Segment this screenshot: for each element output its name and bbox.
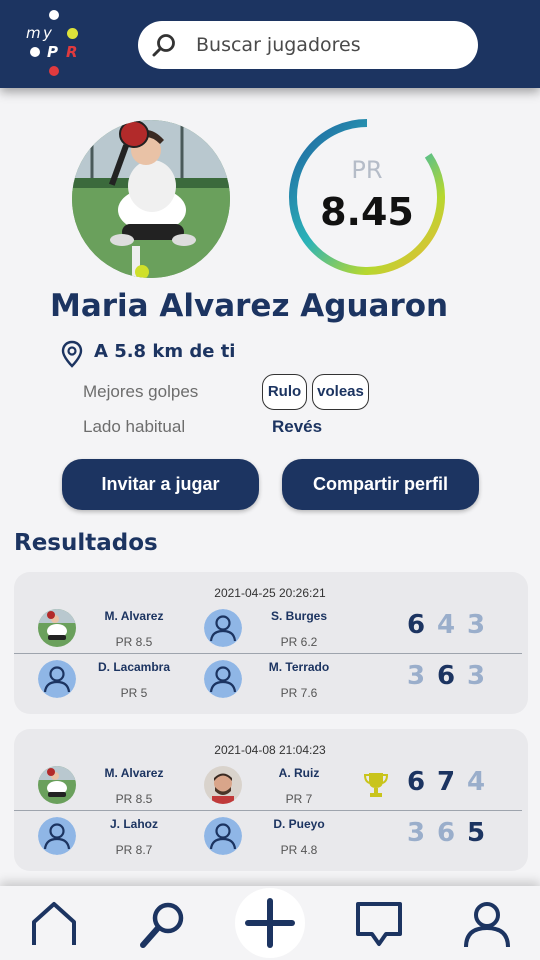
default-avatar-icon	[38, 660, 76, 698]
best-shots-label: Mejores golpes	[83, 382, 199, 401]
trophy-icon	[363, 773, 389, 797]
player-rating: PR 8.5	[115, 635, 153, 649]
player-name[interactable]: D. Lacambra	[74, 660, 194, 674]
rating-value: 8.45	[320, 190, 414, 234]
player-name[interactable]: A. Ruiz	[239, 766, 359, 780]
team-divider	[14, 653, 522, 654]
set-score: 7	[436, 767, 456, 797]
player-avatar[interactable]	[38, 609, 76, 647]
player-name[interactable]: S. Burges	[239, 609, 359, 623]
set-score: 3	[406, 661, 426, 691]
set-score: 3	[466, 610, 486, 640]
player-avatar[interactable]	[204, 766, 242, 804]
player-rating: PR 8.7	[115, 843, 153, 857]
logo-dot-white-2	[30, 47, 40, 57]
player-rating: PR 8.5	[115, 792, 153, 806]
profile-photo	[72, 120, 230, 278]
player-rating: PR 7.6	[280, 686, 318, 700]
search-bar[interactable]	[138, 21, 478, 69]
player-photo	[38, 609, 76, 647]
search-icon	[152, 34, 175, 57]
set-score: 6	[406, 767, 426, 797]
player-photo	[38, 766, 76, 804]
player-avatar[interactable]	[204, 609, 242, 647]
logo-dot-red	[49, 66, 59, 76]
rating-label: PR	[351, 156, 383, 184]
distance-text: A 5.8 km de ti	[94, 341, 236, 362]
default-avatar-icon	[204, 817, 242, 855]
app-header: m y P R	[0, 0, 540, 88]
player-name[interactable]: M. Terrado	[239, 660, 359, 674]
player-avatar[interactable]	[204, 660, 242, 698]
player-name[interactable]: D. Pueyo	[239, 817, 359, 831]
profile-icon[interactable]	[462, 900, 512, 950]
bottom-nav	[0, 886, 540, 960]
add-icon	[245, 898, 295, 948]
player-avatar[interactable]	[38, 817, 76, 855]
share-profile-button[interactable]: Compartir perfil	[282, 459, 479, 510]
default-avatar-icon	[204, 660, 242, 698]
player-name[interactable]: M. Alvarez	[74, 766, 194, 780]
set-score: 3	[466, 661, 486, 691]
location-pin-icon	[61, 340, 83, 368]
invite-to-play-button[interactable]: Invitar a jugar	[62, 459, 259, 510]
match-date: 2021-04-25 20:26:21	[214, 586, 326, 600]
chat-icon[interactable]	[354, 900, 404, 950]
add-match-button[interactable]	[235, 888, 305, 958]
default-avatar-icon	[204, 609, 242, 647]
search-input[interactable]	[196, 21, 466, 69]
side-label: Lado habitual	[83, 417, 186, 436]
player-avatar[interactable]	[38, 766, 76, 804]
set-score: 6	[406, 610, 426, 640]
set-score: 6	[436, 661, 456, 691]
logo-dot-yellow	[67, 28, 78, 39]
player-rating: PR 4.8	[280, 843, 318, 857]
set-score: 6	[436, 818, 456, 848]
logo-letter-y: y	[43, 24, 52, 42]
player-photo	[204, 766, 242, 804]
shot-tag: voleas	[312, 374, 369, 410]
player-name: Maria Alvarez Aguaron	[50, 288, 449, 324]
match-date: 2021-04-08 21:04:23	[214, 743, 326, 757]
set-score: 3	[406, 818, 426, 848]
set-score: 5	[466, 818, 486, 848]
set-score: 4	[466, 767, 486, 797]
side-value: Revés	[272, 417, 323, 436]
shot-tag: Rulo	[262, 374, 307, 410]
default-avatar-icon	[38, 817, 76, 855]
player-rating: PR 5	[120, 686, 148, 700]
logo-letter-m: m	[26, 24, 41, 42]
app-logo[interactable]: m y P R	[26, 10, 82, 78]
logo-dot-white	[49, 10, 59, 20]
player-name[interactable]: J. Lahoz	[74, 817, 194, 831]
player-avatar[interactable]	[38, 660, 76, 698]
search-icon[interactable]	[138, 900, 188, 950]
home-icon[interactable]	[29, 900, 79, 950]
player-name[interactable]: M. Alvarez	[74, 609, 194, 623]
results-title: Resultados	[14, 530, 158, 556]
player-rating: PR 6.2	[280, 635, 318, 649]
team-divider	[14, 810, 522, 811]
set-score: 4	[436, 610, 456, 640]
player-avatar[interactable]	[204, 817, 242, 855]
logo-letter-r: R	[66, 43, 78, 61]
player-rating: PR 7	[285, 792, 313, 806]
logo-letter-p: P	[47, 43, 58, 61]
player-photo-illustration	[72, 120, 230, 278]
